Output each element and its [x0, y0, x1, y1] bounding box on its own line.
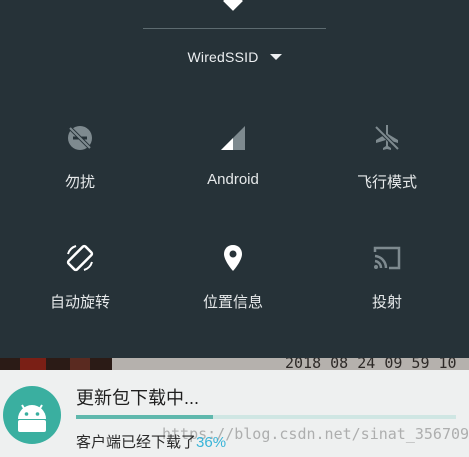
notification-subtitle: 客户端已经下载了36% — [76, 431, 226, 452]
background-timestamp: 2018 08 24 09 59 10 — [285, 358, 457, 370]
background-photo-detail — [20, 358, 46, 370]
tile-do-not-disturb[interactable]: 勿扰 — [15, 122, 145, 212]
location-pin-icon — [224, 245, 242, 271]
cast-icon — [373, 246, 401, 270]
notification-subtitle-text: 客户端已经下载了 — [76, 434, 197, 451]
notification-title: 更新包下载中... — [76, 388, 200, 408]
tile-label: 飞行模式 — [356, 174, 417, 191]
background-photo-strip: 2018 08 24 09 59 10 — [0, 358, 469, 370]
tile-label: 位置信息 — [202, 294, 263, 311]
do-not-disturb-off-icon — [68, 126, 92, 150]
download-progress-fill — [76, 415, 213, 419]
background-photo-detail — [70, 358, 90, 370]
chevron-down-icon — [269, 54, 282, 60]
tile-label: 勿扰 — [64, 174, 95, 191]
android-robot-icon — [3, 386, 61, 444]
tile-label: 自动旋转 — [49, 294, 110, 311]
tile-location[interactable]: 位置信息 — [168, 242, 298, 332]
tile-cast[interactable]: 投射 — [322, 242, 452, 332]
airplane-mode-off-icon — [374, 125, 400, 151]
auto-rotate-icon — [66, 244, 94, 272]
quick-settings-panel: WiredSSID 勿扰 Android 飞行模式 自动旋转 位置信息 投射 — [0, 0, 469, 358]
download-progress-bar — [76, 415, 456, 419]
download-percent: 36% — [196, 434, 227, 451]
divider — [143, 28, 326, 29]
tile-auto-rotate[interactable]: 自动旋转 — [15, 242, 145, 332]
background-photo — [0, 358, 112, 370]
cellular-signal-icon — [221, 126, 245, 150]
ssid-selector[interactable]: WiredSSID — [0, 44, 469, 70]
ssid-label: WiredSSID — [187, 49, 259, 65]
panel-collapse-caret-icon[interactable] — [223, 0, 243, 11]
download-notification[interactable]: 更新包下载中... https://blog.csdn.net/sinat_35… — [0, 370, 469, 457]
tile-label: Android — [207, 171, 259, 188]
tile-label: 投射 — [371, 294, 402, 311]
tile-airplane-mode[interactable]: 飞行模式 — [322, 122, 452, 212]
tile-cellular[interactable]: Android — [168, 122, 298, 212]
